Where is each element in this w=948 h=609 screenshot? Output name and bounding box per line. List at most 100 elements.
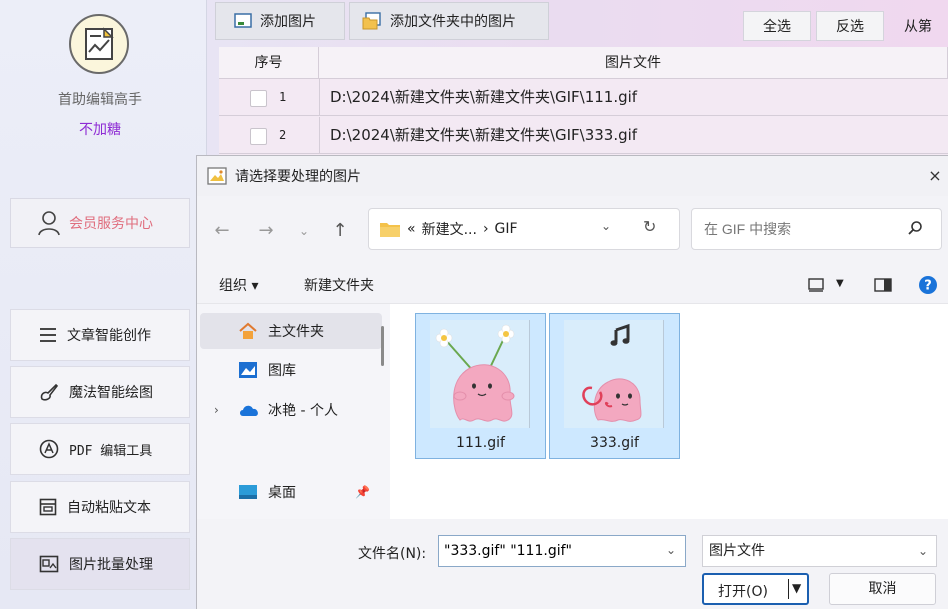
dialog-titlebar: 请选择要处理的图片 × bbox=[197, 156, 948, 196]
add-image-icon bbox=[234, 13, 252, 28]
paste-icon bbox=[39, 498, 57, 516]
address-overflow[interactable]: « bbox=[407, 221, 416, 237]
list-icon bbox=[40, 328, 56, 342]
filename-dropdown-icon[interactable]: ⌄ bbox=[666, 543, 676, 557]
address-dropdown-icon[interactable]: ⌄ bbox=[601, 219, 611, 233]
open-dropdown-icon[interactable]: ▼ bbox=[792, 581, 801, 595]
sidebar-item-label: 图片批量处理 bbox=[69, 557, 153, 573]
member-center-button[interactable]: 会员服务中心 bbox=[10, 198, 190, 248]
dialog-toolbar: 组织 ▾ 新建文件夹 ▼ ? bbox=[197, 266, 948, 304]
gallery-icon bbox=[239, 362, 257, 378]
table-row[interactable]: 1 D:\2024\新建文件夹\新建文件夹\GIF\111.gif bbox=[219, 79, 948, 116]
image-table: 序号 图片文件 1 D:\2024\新建文件夹\新建文件夹\GIF\111.gi… bbox=[219, 47, 948, 159]
row-checkbox[interactable] bbox=[250, 128, 267, 145]
column-header-index: 序号 bbox=[219, 47, 319, 79]
close-icon[interactable]: × bbox=[925, 166, 945, 186]
home-icon bbox=[239, 322, 257, 339]
nav-item-label: 冰艳 - 个人 bbox=[268, 403, 338, 419]
sidebar-item-label: 自动粘贴文本 bbox=[67, 500, 151, 516]
app-name: 首助编辑高手 bbox=[58, 92, 142, 108]
brush-icon bbox=[40, 383, 59, 401]
table-row[interactable]: 2 D:\2024\新建文件夹\新建文件夹\GIF\333.gif bbox=[219, 117, 948, 154]
filename-label: 文件名(N): bbox=[358, 546, 427, 562]
file-tile[interactable]: 111.gif bbox=[415, 313, 546, 459]
nav-scrollbar[interactable] bbox=[381, 326, 384, 366]
sidebar-item-drawing[interactable]: 魔法智能绘图 bbox=[10, 366, 190, 418]
sidebar: 首助编辑高手 不加糖 会员服务中心 文章智能创作 魔法智能绘图 PDF 编辑工具 bbox=[0, 0, 207, 609]
dialog-title: 请选择要处理的图片 bbox=[235, 169, 361, 185]
add-image-button[interactable]: 添加图片 bbox=[215, 2, 345, 40]
row-checkbox[interactable] bbox=[250, 90, 267, 107]
cancel-button[interactable]: 取消 bbox=[829, 573, 936, 605]
view-icon[interactable] bbox=[808, 278, 824, 292]
filename-input[interactable] bbox=[438, 535, 686, 567]
file-tile[interactable]: 333.gif bbox=[549, 313, 680, 459]
sidebar-item-label: 魔法智能绘图 bbox=[69, 385, 153, 401]
forward-arrow-icon[interactable]: → bbox=[255, 220, 277, 242]
filetype-value: 图片文件 bbox=[709, 543, 765, 559]
row-index: 2 bbox=[279, 128, 287, 142]
app-slogan: 不加糖 bbox=[79, 122, 121, 138]
gif-thumbnail-ghost-music bbox=[564, 320, 664, 428]
filetype-select[interactable]: 图片文件 ⌄ bbox=[702, 535, 937, 567]
row-path: D:\2024\新建文件夹\新建文件夹\GIF\111.gif bbox=[319, 79, 947, 116]
nav-item-label: 桌面 bbox=[268, 485, 296, 501]
open-button[interactable]: 打开(O) ▼ bbox=[702, 573, 809, 605]
view-dropdown-icon[interactable]: ▼ bbox=[836, 278, 844, 289]
nav-item-home[interactable]: 主文件夹 bbox=[200, 313, 382, 349]
search-input[interactable] bbox=[691, 208, 942, 250]
dialog-footer: 文件名(N): ⌄ 图片文件 ⌄ 打开(O) ▼ 取消 bbox=[197, 519, 948, 609]
select-all-button[interactable]: 全选 bbox=[743, 11, 811, 41]
gif-thumbnail-ghost-flowers bbox=[430, 320, 530, 428]
address-separator: › bbox=[482, 221, 489, 237]
open-file-dialog: 请选择要处理的图片 × ← → ⌄ ↑ « 新建文... › GIF ⌄ ↻ 组… bbox=[196, 155, 948, 609]
open-button-label: 打开(O) bbox=[718, 584, 768, 600]
row-path: D:\2024\新建文件夹\新建文件夹\GIF\333.gif bbox=[319, 117, 947, 154]
dialog-navbar: ← → ⌄ ↑ « 新建文... › GIF ⌄ ↻ bbox=[197, 196, 948, 266]
cloud-icon bbox=[240, 405, 258, 416]
nav-item-label: 图库 bbox=[268, 363, 296, 379]
pdf-icon bbox=[39, 439, 59, 459]
from-label: 从第 bbox=[904, 19, 932, 35]
nav-item-onedrive[interactable]: › 冰艳 - 个人 bbox=[200, 392, 382, 428]
split-divider bbox=[788, 579, 789, 599]
chevron-down-icon[interactable]: ⌄ bbox=[293, 220, 315, 242]
back-arrow-icon[interactable]: ← bbox=[211, 220, 233, 242]
search-icon[interactable] bbox=[907, 220, 923, 236]
row-index: 1 bbox=[279, 90, 287, 104]
folder-icon bbox=[380, 223, 400, 237]
file-name: 333.gif bbox=[590, 435, 639, 451]
up-arrow-icon[interactable]: ↑ bbox=[329, 220, 351, 242]
add-folder-label: 添加文件夹中的图片 bbox=[390, 14, 516, 30]
address-bar[interactable]: « 新建文... › GIF ⌄ ↻ bbox=[368, 208, 680, 250]
svg-text:?: ? bbox=[924, 279, 932, 294]
nav-item-desktop[interactable]: 桌面 📌 bbox=[200, 474, 382, 510]
sidebar-item-paste[interactable]: 自动粘贴文本 bbox=[10, 481, 190, 533]
sidebar-item-image-batch[interactable]: 图片批量处理 bbox=[10, 538, 190, 590]
sidebar-item-article[interactable]: 文章智能创作 bbox=[10, 309, 190, 361]
invert-selection-button[interactable]: 反选 bbox=[816, 11, 884, 41]
nav-item-gallery[interactable]: 图库 bbox=[200, 352, 382, 388]
chevron-right-icon[interactable]: › bbox=[214, 403, 219, 417]
address-segment-current[interactable]: GIF bbox=[495, 221, 518, 237]
chevron-down-icon: ⌄ bbox=[917, 544, 928, 558]
sidebar-item-label: 文章智能创作 bbox=[67, 328, 151, 344]
app-logo-icon bbox=[69, 14, 129, 74]
image-icon bbox=[207, 167, 227, 185]
image-batch-icon bbox=[39, 555, 59, 573]
column-header-file: 图片文件 bbox=[319, 47, 948, 79]
user-icon bbox=[38, 211, 60, 236]
refresh-icon[interactable]: ↻ bbox=[643, 217, 656, 236]
pin-icon[interactable]: 📌 bbox=[355, 485, 370, 499]
nav-item-label: 主文件夹 bbox=[268, 324, 324, 340]
file-name: 111.gif bbox=[456, 435, 505, 451]
new-folder-button[interactable]: 新建文件夹 bbox=[304, 275, 374, 295]
sidebar-item-label: PDF 编辑工具 bbox=[69, 443, 153, 459]
add-folder-button[interactable]: 添加文件夹中的图片 bbox=[349, 2, 549, 40]
organize-menu[interactable]: 组织 ▾ bbox=[219, 275, 258, 295]
help-icon[interactable]: ? bbox=[918, 275, 938, 295]
address-segment-parent[interactable]: 新建文... bbox=[422, 219, 477, 239]
add-image-label: 添加图片 bbox=[260, 14, 316, 30]
sidebar-item-pdf[interactable]: PDF 编辑工具 bbox=[10, 423, 190, 475]
preview-pane-icon[interactable] bbox=[874, 278, 892, 292]
